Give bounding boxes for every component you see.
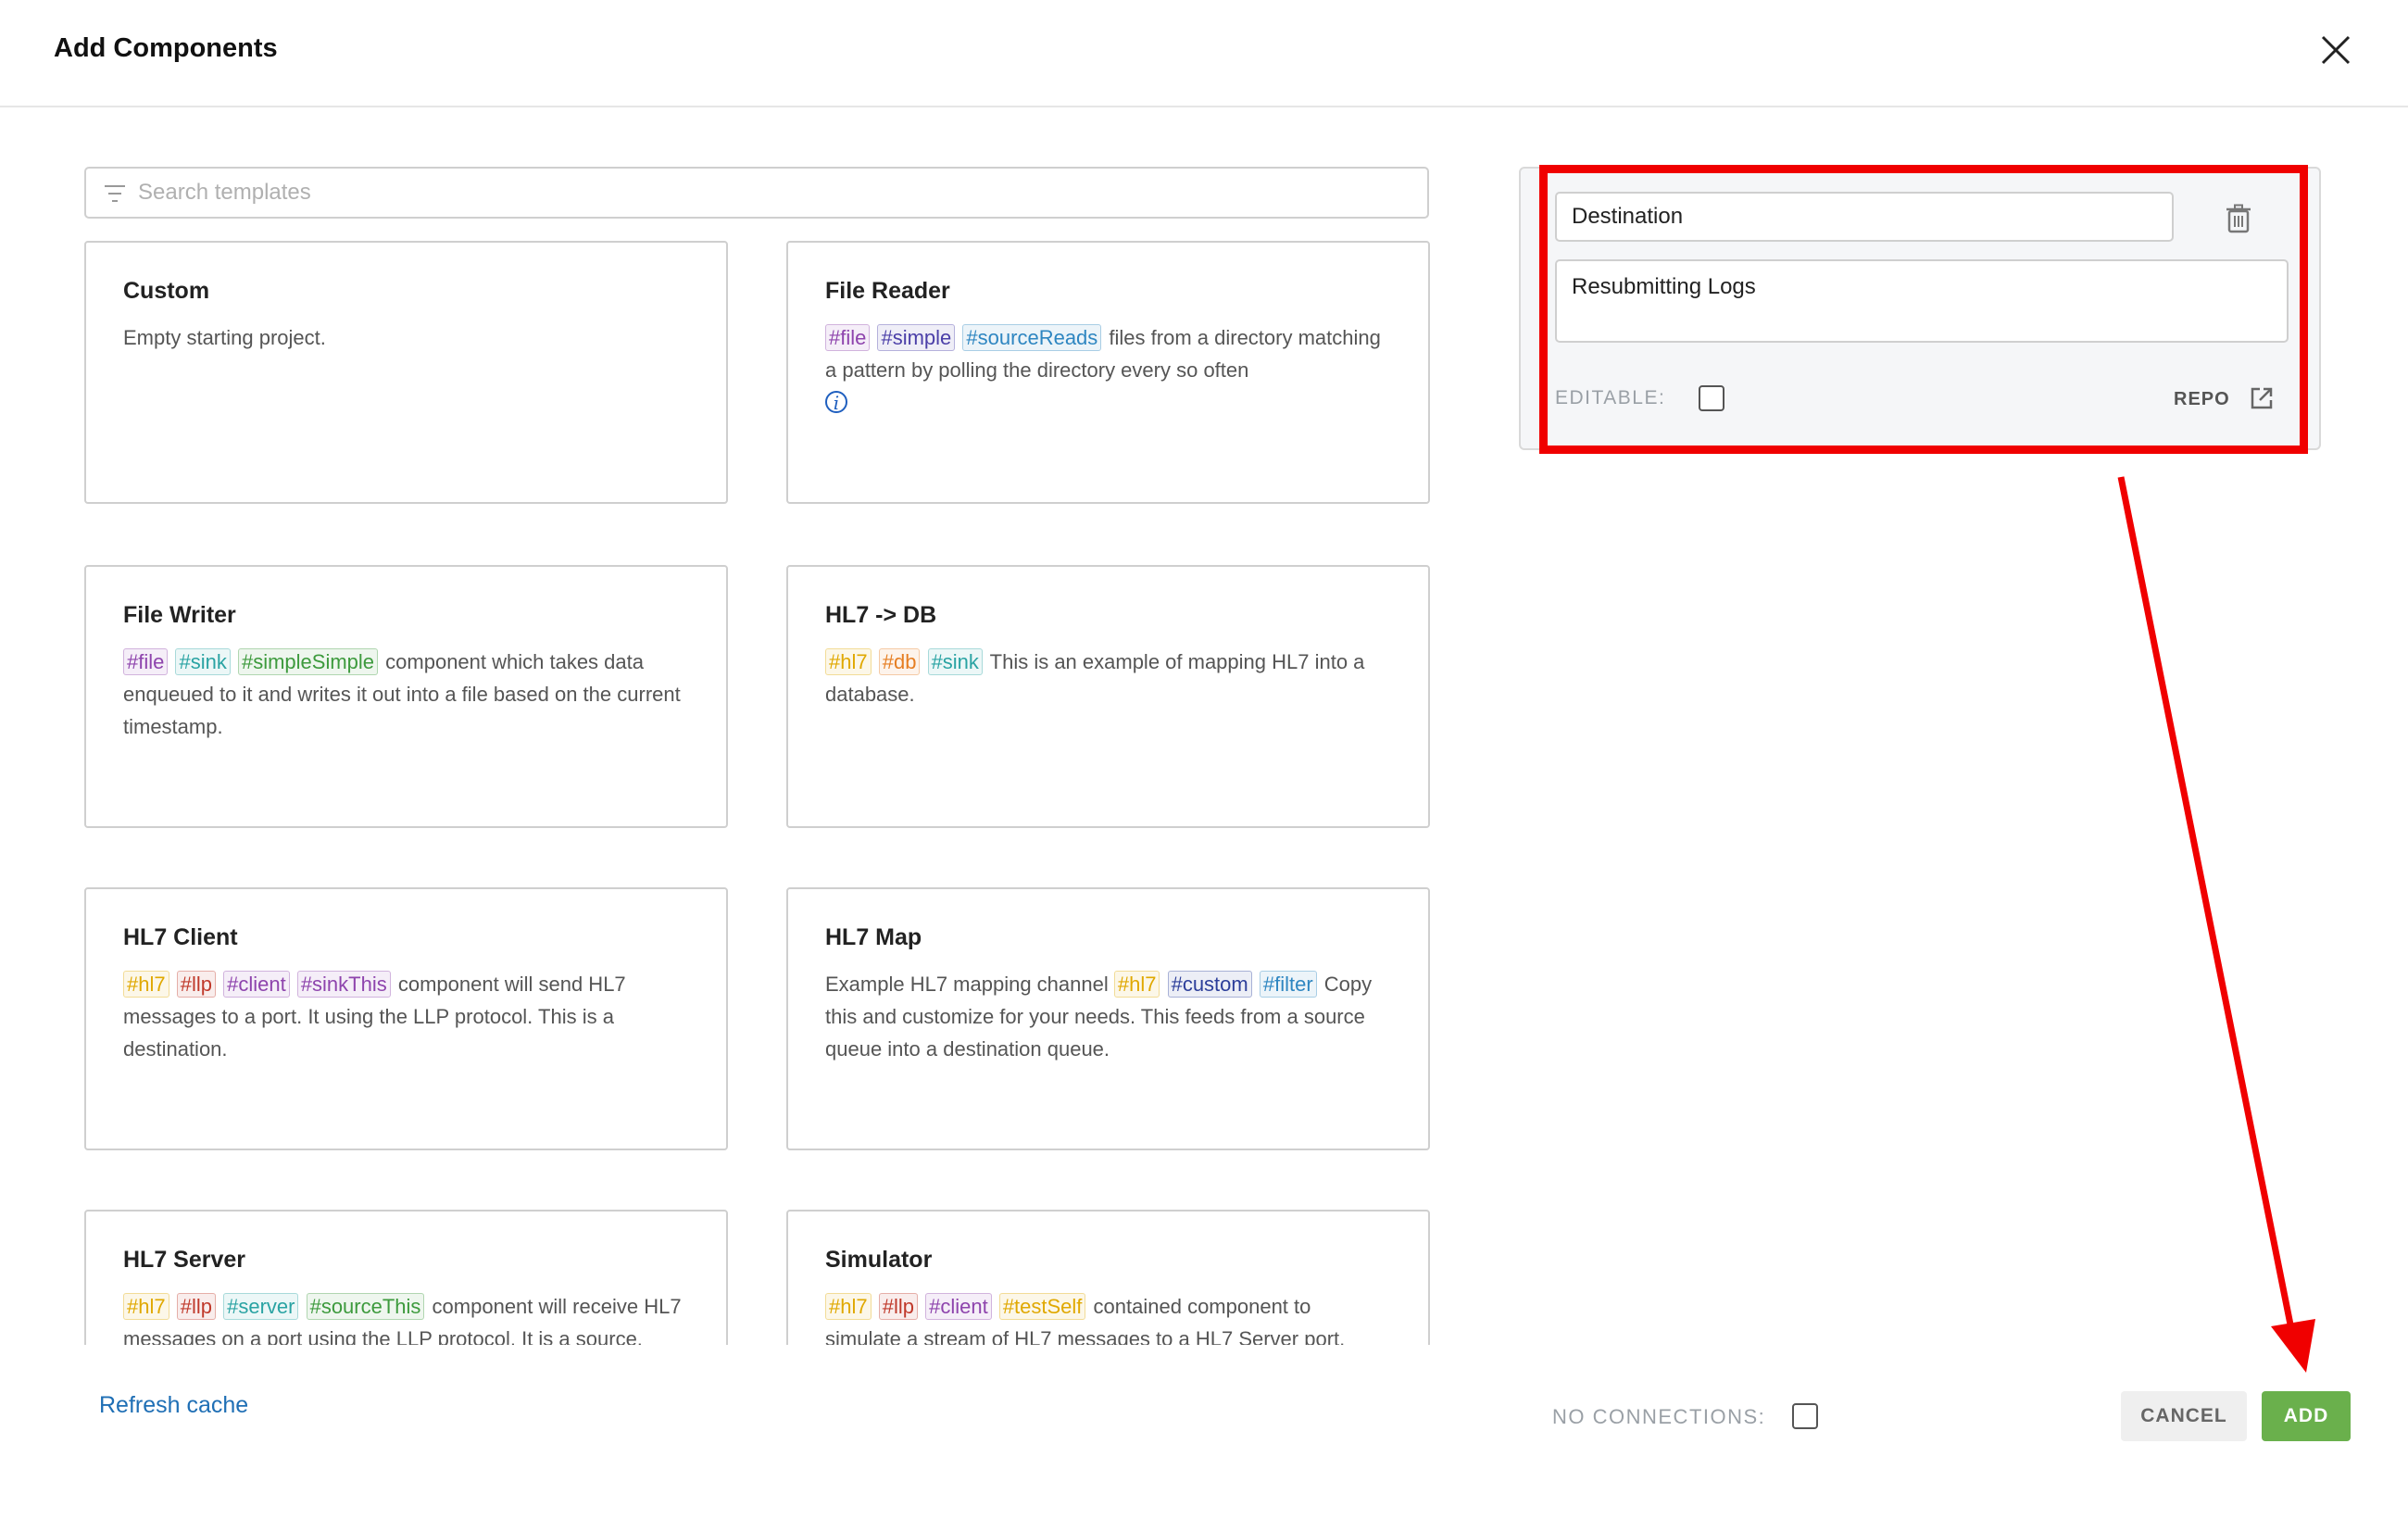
tag-badge[interactable]: #hl7 [123,1293,169,1320]
info-icon[interactable]: i [825,391,847,413]
card-title: HL7 -> DB [825,602,937,628]
dialog-title: Add Components [54,33,278,63]
card-title: Custom [123,278,210,304]
tag-badge[interactable]: #llp [176,1293,216,1320]
component-name-input[interactable] [1555,192,2174,242]
template-card-hl7-map[interactable]: HL7 Map Example HL7 mapping channel #hl7… [786,887,1430,1150]
tag-badge[interactable]: #server [223,1293,299,1320]
editable-checkbox[interactable] [1699,385,1724,411]
selected-component-panel: Resubmitting Logs EDITABLE: REPO [1519,167,2321,450]
tag-badge[interactable]: #file [123,648,169,675]
card-title: HL7 Client [123,924,238,950]
card-title: HL7 Server [123,1247,246,1273]
card-description: #file #sink #simpleSimple component whic… [123,646,689,743]
template-card-hl7-server[interactable]: HL7 Server #hl7 #llp #server #sourceThis… [84,1210,728,1345]
add-button[interactable]: ADD [2262,1391,2351,1441]
editable-label: EDITABLE: [1555,387,1666,408]
card-title: File Reader [825,278,950,304]
template-card-file-reader[interactable]: File Reader #file #simple #sourceReads f… [786,241,1430,504]
repo-label[interactable]: REPO [2174,389,2230,410]
tag-badge[interactable]: #simple [877,324,956,351]
tag-badge[interactable]: #simpleSimple [237,648,379,675]
close-icon[interactable] [2317,31,2354,69]
tag-badge[interactable]: #db [878,648,921,675]
card-description: #hl7 #llp #server #sourceThis component … [123,1290,689,1345]
template-list[interactable]: Custom Empty starting project. File Read… [83,239,1436,1345]
tag-badge[interactable]: #client [925,1293,992,1320]
filter-icon [105,185,125,202]
tag-badge[interactable]: #file [825,324,871,351]
tag-badge[interactable]: #hl7 [825,648,872,675]
tag-badge[interactable]: #sourceReads [962,324,1102,351]
tag-badge[interactable]: #hl7 [123,971,169,998]
no-connections-label: NO CONNECTIONS: [1552,1405,1766,1428]
trash-icon[interactable] [2225,204,2252,233]
card-title: Simulator [825,1247,933,1273]
template-card-simulator[interactable]: Simulator #hl7 #llp #client #testSelf co… [786,1210,1430,1345]
tag-badge[interactable]: #custom [1167,971,1252,998]
cancel-button[interactable]: CANCEL [2121,1391,2247,1441]
template-card-file-writer[interactable]: File Writer #file #sink #simpleSimple co… [84,565,728,828]
tag-badge[interactable]: #hl7 [825,1293,872,1320]
tag-badge[interactable]: #sourceThis [306,1293,425,1320]
tag-badge[interactable]: #hl7 [1113,971,1160,998]
template-card-hl7-client[interactable]: HL7 Client #hl7 #llp #client #sinkThis c… [84,887,728,1150]
card-description: #hl7 #llp #client #testSelf contained co… [825,1290,1391,1345]
card-text: Empty starting project. [123,326,326,349]
card-description: #hl7 #db #sink This is an example of map… [825,646,1391,710]
card-description: Example HL7 mapping channel #hl7 #custom… [825,968,1391,1065]
tag-badge[interactable]: #sink [927,648,983,675]
tag-badge[interactable]: #llp [176,971,216,998]
card-prefix-text: Example HL7 mapping channel [825,973,1114,996]
search-box [84,167,1429,219]
card-description: #hl7 #llp #client #sinkThis component wi… [123,968,689,1065]
card-title: HL7 Map [825,924,922,950]
tag-badge[interactable]: #llp [878,1293,918,1320]
no-connections-checkbox[interactable] [1792,1403,1818,1429]
search-input[interactable] [138,169,1416,217]
component-description-input[interactable]: Resubmitting Logs [1555,259,2289,343]
refresh-cache-link[interactable]: Refresh cache [99,1392,248,1419]
tag-badge[interactable]: #filter [1259,971,1317,998]
card-title: File Writer [123,602,236,628]
external-link-icon[interactable] [2249,385,2275,411]
tag-badge[interactable]: #testSelf [998,1293,1086,1320]
tag-badge[interactable]: #sinkThis [296,971,391,998]
card-description: Empty starting project. [123,321,689,354]
dialog-header: Add Components [0,0,2408,107]
template-card-hl7-db[interactable]: HL7 -> DB #hl7 #db #sink This is an exam… [786,565,1430,828]
tag-badge[interactable]: #client [223,971,290,998]
tag-badge[interactable]: #sink [175,648,231,675]
template-card-custom[interactable]: Custom Empty starting project. [84,241,728,504]
card-description: #file #simple #sourceReads files from a … [825,321,1391,419]
